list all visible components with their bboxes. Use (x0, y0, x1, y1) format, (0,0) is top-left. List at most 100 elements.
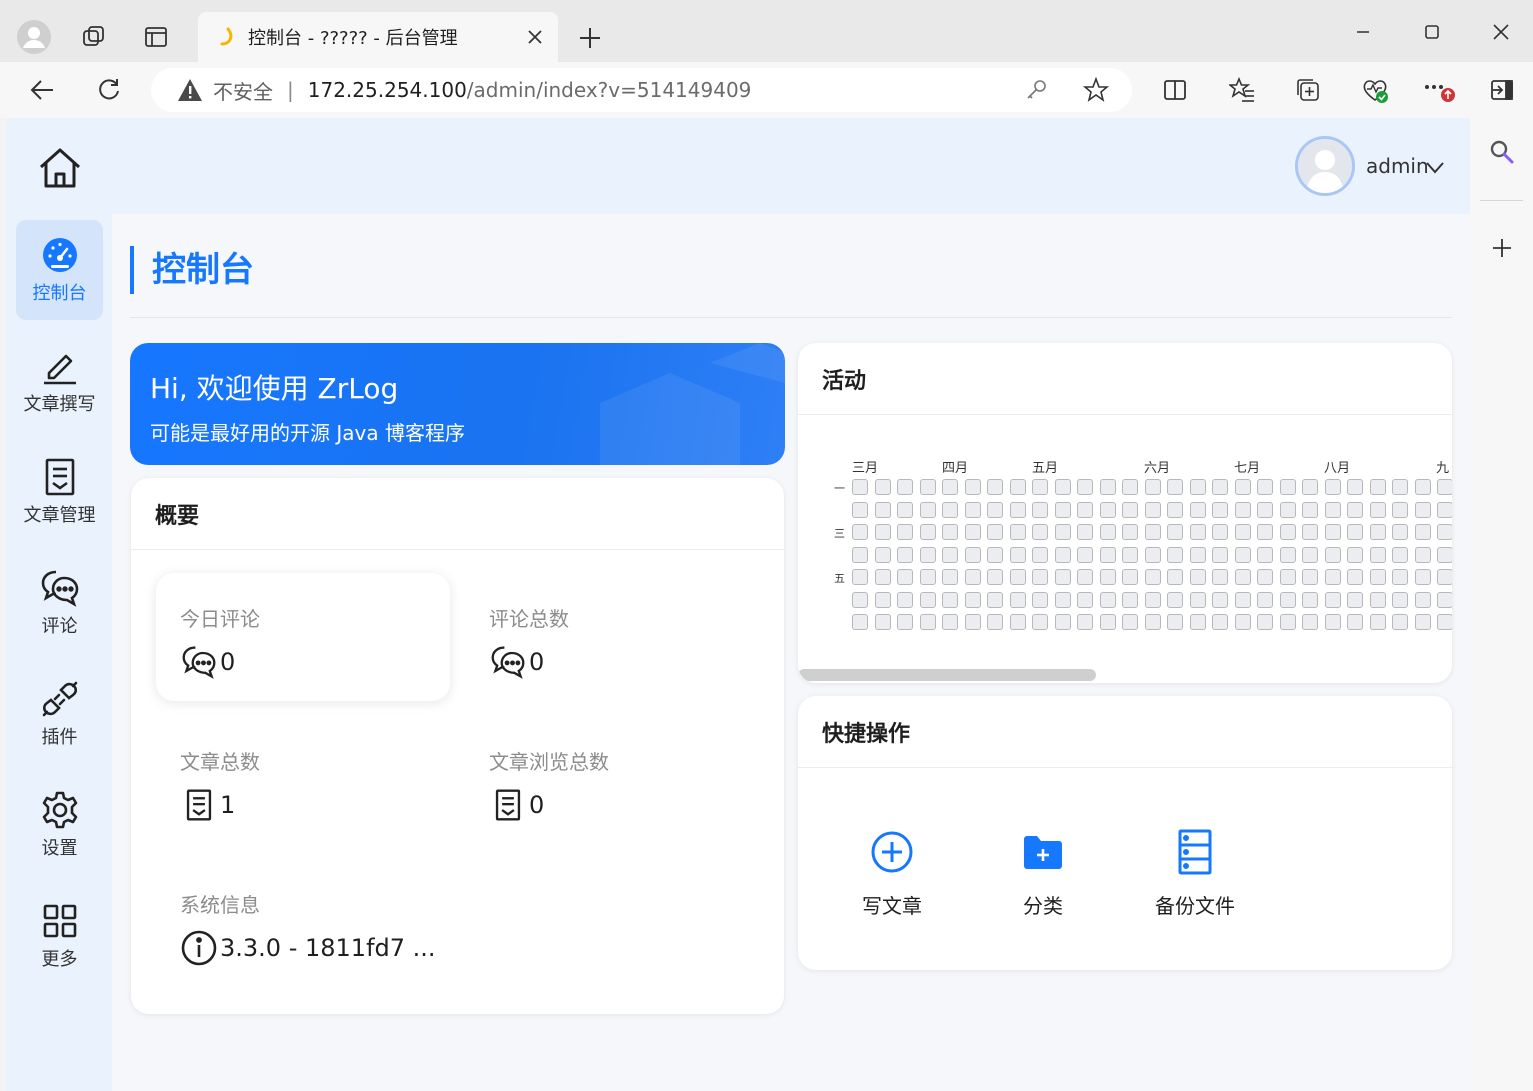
heatmap-cell[interactable] (1392, 569, 1408, 585)
heatmap-cell[interactable] (1324, 546, 1341, 563)
sidebar-item-dashboard[interactable]: 控制台 (16, 220, 103, 320)
heatmap-cell[interactable] (1099, 524, 1116, 540)
heatmap-cell[interactable] (874, 546, 891, 563)
heatmap-cell[interactable] (1099, 569, 1116, 585)
heatmap-cell[interactable] (1369, 546, 1386, 563)
tab-actions-button[interactable] (136, 17, 176, 57)
browser-essentials-button[interactable] (1355, 70, 1395, 110)
heatmap-cell[interactable] (1279, 569, 1296, 585)
heatmap-cell[interactable] (1099, 501, 1116, 518)
quick-write-article-button[interactable]: 写文章 (832, 828, 952, 919)
heatmap-cell[interactable] (1167, 591, 1183, 608)
heatmap-cell[interactable] (1279, 546, 1296, 563)
heatmap-cell[interactable] (987, 546, 1003, 563)
heatmap-cell[interactable] (1167, 546, 1183, 563)
heatmap-cell[interactable] (874, 591, 891, 608)
sidebar-toggle-button[interactable] (1482, 70, 1522, 110)
heatmap-cell[interactable] (897, 591, 913, 608)
heatmap-cell[interactable] (919, 591, 936, 608)
heatmap-cell[interactable] (1234, 546, 1251, 563)
heatmap-cell[interactable] (1032, 569, 1048, 585)
heatmap-cell[interactable] (1369, 479, 1386, 495)
heatmap-cell[interactable] (1167, 479, 1183, 495)
heatmap-cell[interactable] (852, 501, 868, 518)
settings-more-button[interactable] (1420, 70, 1460, 110)
heatmap-cell[interactable] (1144, 501, 1161, 518)
sidebar-item-settings[interactable]: 设置 (16, 775, 103, 875)
heatmap-cell[interactable] (1212, 614, 1228, 630)
heatmap-cell[interactable] (1234, 591, 1251, 608)
heatmap-cell[interactable] (1054, 569, 1071, 585)
heatmap-cell[interactable] (1234, 524, 1251, 540)
heatmap-cell[interactable] (1392, 524, 1408, 540)
heatmap-cell[interactable] (897, 479, 913, 495)
heatmap-cell[interactable] (1392, 501, 1408, 518)
heatmap-cell[interactable] (1437, 524, 1452, 540)
heatmap-cell[interactable] (1414, 591, 1431, 608)
heatmap-cell[interactable] (1077, 546, 1093, 563)
favorites-button[interactable] (1222, 70, 1262, 110)
heatmap-cell[interactable] (942, 479, 958, 495)
heatmap-cell[interactable] (1167, 569, 1183, 585)
heatmap-cell[interactable] (852, 591, 868, 608)
heatmap-cell[interactable] (1054, 614, 1071, 630)
heatmap-cell[interactable] (1054, 524, 1071, 540)
profile-button[interactable] (14, 17, 54, 57)
heatmap-cell[interactable] (1437, 569, 1452, 585)
heatmap-cell[interactable] (1144, 591, 1161, 608)
heatmap-cell[interactable] (1302, 479, 1318, 495)
heatmap-cell[interactable] (874, 614, 891, 630)
heatmap-cell[interactable] (1032, 479, 1048, 495)
heatmap-cell[interactable] (1167, 614, 1183, 630)
heatmap-cell[interactable] (1414, 479, 1431, 495)
heatmap-cell[interactable] (1099, 591, 1116, 608)
heatmap-cell[interactable] (1257, 614, 1273, 630)
heatmap-cell[interactable] (1189, 524, 1206, 540)
heatmap-cell[interactable] (1122, 591, 1138, 608)
heatmap-cell[interactable] (1369, 524, 1386, 540)
heatmap-cell[interactable] (1009, 591, 1026, 608)
heatmap-cell[interactable] (1279, 501, 1296, 518)
heatmap-cell[interactable] (1144, 614, 1161, 630)
heatmap-cell[interactable] (1212, 569, 1228, 585)
heatmap-cell[interactable] (964, 524, 981, 540)
window-close-button[interactable] (1478, 12, 1524, 52)
heatmap-cell[interactable] (1144, 546, 1161, 563)
heatmap-cell[interactable] (1324, 569, 1341, 585)
heatmap-cell[interactable] (852, 614, 868, 630)
heatmap-cell[interactable] (919, 524, 936, 540)
heatmap-cell[interactable] (964, 546, 981, 563)
heatmap-cell[interactable] (942, 591, 958, 608)
sidebar-item-comments[interactable]: 评论 (16, 553, 103, 653)
minimize-button[interactable] (1340, 12, 1386, 52)
heatmap-cell[interactable] (1122, 524, 1138, 540)
heatmap-cell[interactable] (1414, 524, 1431, 540)
quick-backup-button[interactable]: 备份文件 (1135, 828, 1255, 919)
sidebar-item-write[interactable]: 文章撰写 (16, 331, 103, 431)
favorite-button[interactable] (1078, 72, 1114, 108)
heatmap-cell[interactable] (1099, 546, 1116, 563)
heatmap-cell[interactable] (1302, 614, 1318, 630)
heatmap-cell[interactable] (1234, 614, 1251, 630)
heatmap-cell[interactable] (919, 479, 936, 495)
heatmap-cell[interactable] (1077, 569, 1093, 585)
heatmap-cell[interactable] (1437, 614, 1452, 630)
heatmap-cell[interactable] (1414, 614, 1431, 630)
heatmap-cell[interactable] (1167, 501, 1183, 518)
heatmap-cell[interactable] (987, 524, 1003, 540)
heatmap-cell[interactable] (1324, 479, 1341, 495)
heatmap-scrollbar[interactable] (798, 669, 1096, 681)
heatmap-cell[interactable] (1032, 591, 1048, 608)
collections-button[interactable] (1288, 70, 1328, 110)
heatmap-cell[interactable] (1369, 569, 1386, 585)
side-search-button[interactable] (1482, 132, 1522, 172)
heatmap-cell[interactable] (1369, 614, 1386, 630)
heatmap-cell[interactable] (964, 479, 981, 495)
heatmap-cell[interactable] (1189, 501, 1206, 518)
heatmap-cell[interactable] (1122, 546, 1138, 563)
heatmap-cell[interactable] (1189, 479, 1206, 495)
stat-total-articles[interactable]: 文章总数 1 (156, 716, 450, 844)
heatmap-cell[interactable] (897, 569, 913, 585)
heatmap-cell[interactable] (1257, 501, 1273, 518)
heatmap-cell[interactable] (942, 524, 958, 540)
